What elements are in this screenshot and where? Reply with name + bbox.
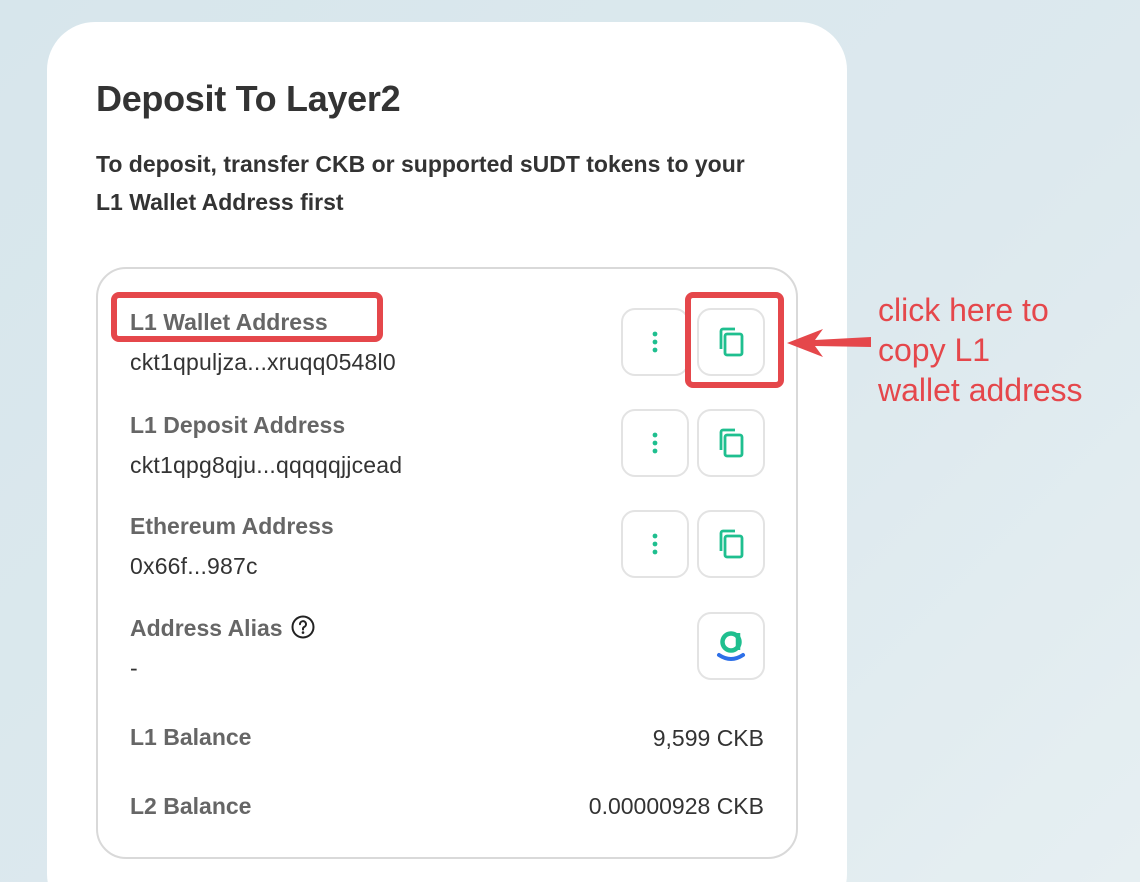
copy-icon [719,529,744,559]
l1-balance-label: L1 Balance [130,724,252,750]
copy-button-highlight [685,292,784,388]
ethereum-address-label: Ethereum Address [130,513,334,539]
annotation-arrow-icon [787,329,871,357]
ethereum-copy-button[interactable] [697,510,765,578]
address-alias-value: - [130,655,138,681]
dotbit-alias-icon [717,631,745,661]
l2-balance-label: L2 Balance [130,793,252,819]
vertical-dots-icon [652,331,658,353]
vertical-dots-icon [652,432,658,454]
l1-deposit-more-button[interactable] [621,409,689,477]
copy-icon [719,428,744,458]
vertical-dots-icon [652,533,658,555]
page-description: To deposit, transfer CKB or supported sU… [96,151,745,215]
question-circle-icon[interactable] [291,615,315,639]
page-title: Deposit To Layer2 [96,78,401,119]
ethereum-address-value: 0x66f...987c [130,553,258,579]
l1-deposit-copy-button[interactable] [697,409,765,477]
address-alias-label-row: Address Alias [130,615,315,642]
ethereum-more-button[interactable] [621,510,689,578]
l2-balance-value: 0.00000928 CKB [588,793,764,819]
l1-wallet-more-button[interactable] [621,308,689,376]
address-alias-label: Address Alias [130,615,283,641]
l1-deposit-address-value: ckt1qpg8qju...qqqqqjjcead [130,452,403,478]
address-alias-button[interactable] [697,612,765,680]
annotation-text: click here to copy L1 wallet address [878,292,1083,408]
l1-deposit-address-label: L1 Deposit Address [130,412,346,438]
l1-wallet-address-value: ckt1qpuljza...xruqq0548l0 [130,349,396,375]
l1-wallet-label-highlight [111,292,383,342]
l1-balance-value: 9,599 CKB [652,725,764,751]
